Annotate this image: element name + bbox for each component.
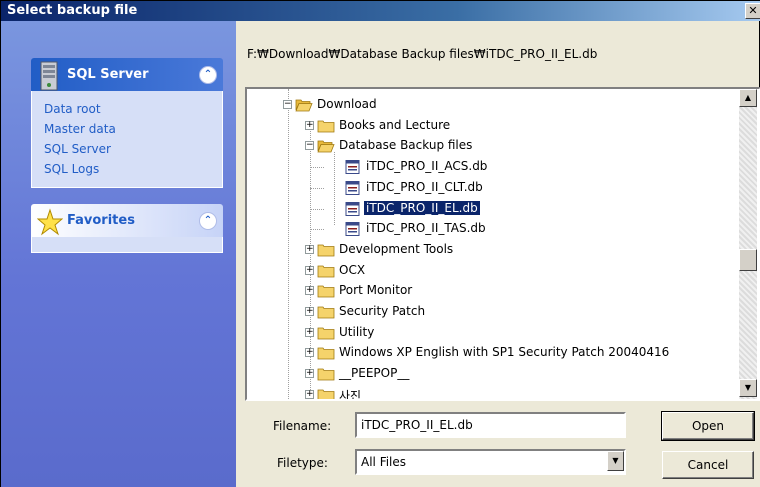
folder-icon xyxy=(317,306,335,319)
filetype-value: All Files xyxy=(361,455,407,469)
dropdown-arrow-icon[interactable]: ▼ xyxy=(607,451,624,471)
expand-icon[interactable]: + xyxy=(305,244,314,254)
db-file-icon xyxy=(345,201,360,216)
favorites-group-title: Favorites xyxy=(67,213,135,228)
collapse-chevron-icon[interactable]: ⌃ xyxy=(199,212,217,230)
expand-icon[interactable]: + xyxy=(305,369,314,379)
scroll-thumb[interactable] xyxy=(739,249,757,271)
tree-item-label: iTDC_PRO_II_CLT.db xyxy=(366,179,483,194)
expand-icon[interactable]: + xyxy=(305,307,314,316)
tree-file-item[interactable]: iTDC_PRO_II_TAS.db xyxy=(247,219,743,239)
filetype-select[interactable]: All Files ▼ xyxy=(355,449,626,475)
select-backup-dialog: Select backup file ✕ SQL Server ⌃ Data r… xyxy=(0,0,760,487)
tree-item-label: Security Patch xyxy=(339,304,426,318)
expand-icon[interactable]: + xyxy=(305,389,314,399)
tree-item-label: 사진 xyxy=(339,388,362,401)
scroll-up-button[interactable]: ▲ xyxy=(739,89,757,107)
sql-server-group: SQL Server ⌃ Data root Master data SQL S… xyxy=(31,58,223,188)
scroll-down-button[interactable]: ▼ xyxy=(739,379,757,397)
sidebar-item-sql-logs[interactable]: SQL Logs xyxy=(44,159,210,179)
tree-item-label: Port Monitor xyxy=(339,283,413,298)
folder-open-icon xyxy=(295,99,313,112)
tree-file-item[interactable]: iTDC_PRO_II_ACS.db xyxy=(247,157,743,177)
tree-folder-item[interactable]: + Development Tools xyxy=(247,240,743,260)
vertical-scrollbar[interactable]: ▲ ▼ xyxy=(739,89,757,399)
tree-folder-item[interactable]: + Port Monitor xyxy=(247,281,743,301)
sql-server-group-header[interactable]: SQL Server ⌃ xyxy=(31,58,223,91)
sidebar-item-sql-server[interactable]: SQL Server xyxy=(44,139,210,159)
folder-icon xyxy=(317,347,335,360)
tree-item-label: OCX xyxy=(339,262,366,277)
sql-server-group-body: Data root Master data SQL Server SQL Log… xyxy=(31,91,223,188)
filename-input[interactable] xyxy=(355,412,626,438)
expand-icon[interactable]: + xyxy=(305,265,314,275)
favorites-group: Favorites ⌃ xyxy=(31,204,223,253)
file-form: Filename: Filetype: All Files ▼ Open Can… xyxy=(236,401,760,487)
tree-folder-item[interactable]: + Security Patch xyxy=(247,302,743,322)
tree-item-label: Development Tools xyxy=(339,241,454,256)
db-file-icon xyxy=(345,222,360,237)
favorites-group-header[interactable]: Favorites ⌃ xyxy=(31,204,223,237)
tree-item-label: iTDC_PRO_II_TAS.db xyxy=(366,221,486,236)
open-button[interactable]: Open xyxy=(661,411,755,441)
folder-icon xyxy=(317,244,335,257)
star-icon xyxy=(37,208,63,236)
tree-item-label: __PEEPOP__ xyxy=(339,366,410,381)
collapse-icon[interactable]: − xyxy=(305,141,314,151)
folder-icon xyxy=(317,120,335,133)
tree-line xyxy=(310,187,324,189)
title-bar[interactable]: Select backup file ✕ xyxy=(1,1,760,21)
tree-item-label: iTDC_PRO_II_ACS.db xyxy=(366,159,488,174)
cancel-button[interactable]: Cancel xyxy=(662,451,754,479)
collapse-icon[interactable]: − xyxy=(283,100,292,109)
tree-item-label: Books and Lecture xyxy=(339,117,451,132)
tree-line xyxy=(310,229,324,231)
tree-item-label: Utility xyxy=(339,324,375,339)
expand-icon[interactable]: + xyxy=(305,327,314,337)
db-file-icon xyxy=(345,160,360,175)
expand-icon[interactable]: + xyxy=(305,348,314,358)
folder-icon xyxy=(317,327,335,340)
tree-line xyxy=(310,167,324,169)
filename-label: Filename: xyxy=(273,419,332,433)
filetype-label: Filetype: xyxy=(277,456,328,470)
folder-open-icon xyxy=(317,140,335,153)
tree-item-label: iTDC_PRO_II_EL.db xyxy=(363,199,481,216)
expand-icon[interactable]: + xyxy=(305,120,314,130)
collapse-chevron-icon[interactable]: ⌃ xyxy=(199,66,217,84)
tree-folder-item[interactable]: + OCX xyxy=(247,261,743,281)
tree-folder-item[interactable]: + __PEEPOP__ xyxy=(247,364,743,384)
folder-icon xyxy=(317,285,335,298)
tree-item-label: Database Backup files xyxy=(339,138,473,153)
sidebar-item-master-data[interactable]: Master data xyxy=(44,119,210,139)
favorites-group-body xyxy=(31,237,223,253)
close-button[interactable]: ✕ xyxy=(745,3,760,19)
db-file-icon xyxy=(345,180,360,195)
tree-item-label: Download xyxy=(317,97,377,111)
dialog-title: Select backup file xyxy=(7,3,138,18)
tree-file-item[interactable]: iTDC_PRO_II_EL.db xyxy=(247,199,743,219)
tree-folder-item[interactable]: + Windows XP English with SP1 Security Pa… xyxy=(247,343,743,363)
current-path: F:₩Download₩Database Backup files₩iTDC_P… xyxy=(247,47,598,61)
server-icon xyxy=(40,61,58,91)
sql-server-group-title: SQL Server xyxy=(67,67,149,82)
tree-folder-item[interactable]: + 사진 xyxy=(247,385,743,401)
folder-icon xyxy=(317,368,335,381)
tree-file-item[interactable]: iTDC_PRO_II_CLT.db xyxy=(247,178,743,198)
tree-line xyxy=(310,208,324,210)
folder-icon xyxy=(317,389,335,399)
sidebar: SQL Server ⌃ Data root Master data SQL S… xyxy=(1,21,236,487)
tree-folder-item[interactable]: − Database Backup files xyxy=(247,136,743,156)
tree-item-label: Windows XP English with SP1 Security Pat… xyxy=(339,345,670,360)
expand-icon[interactable]: + xyxy=(305,286,314,296)
folder-tree[interactable]: − Download + Books and Lecture − Database Bac… xyxy=(245,87,760,401)
tree-folder-item[interactable]: − Download xyxy=(247,95,743,115)
folder-icon xyxy=(317,265,335,277)
tree-folder-item[interactable]: + Utility xyxy=(247,323,743,343)
folder-tree-content: − Download + Books and Lecture − Database Bac… xyxy=(247,89,743,399)
sidebar-item-data-root[interactable]: Data root xyxy=(44,99,210,119)
tree-folder-item[interactable]: + Books and Lecture xyxy=(247,116,743,136)
